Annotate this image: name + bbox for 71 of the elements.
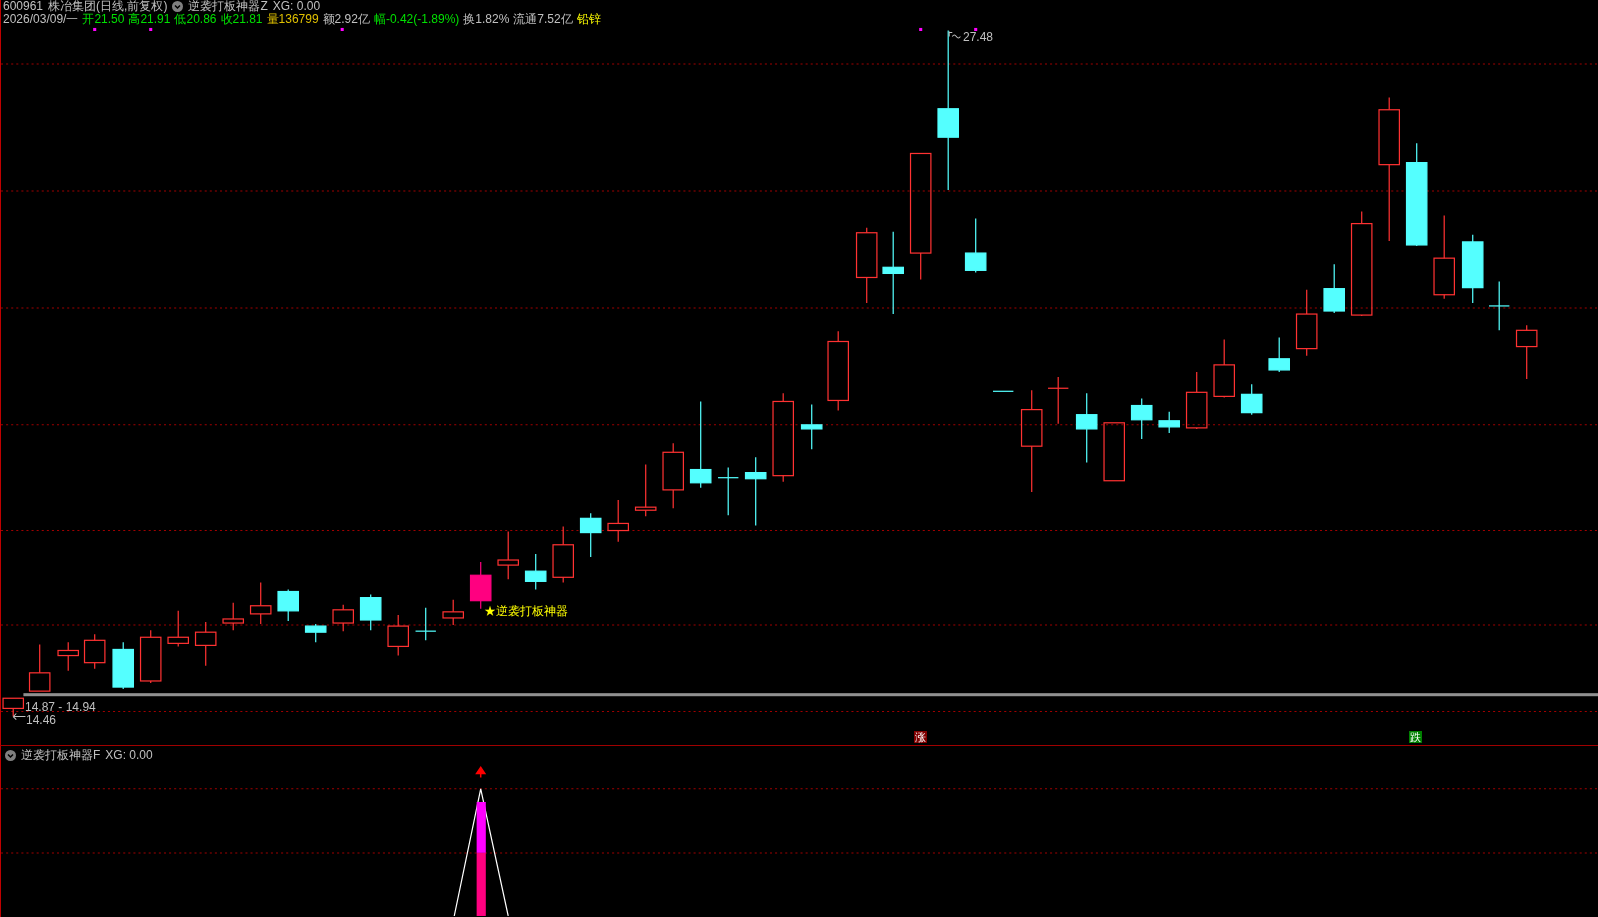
quote-value: 换1.82% xyxy=(463,12,510,26)
candlestick xyxy=(167,610,189,647)
arrow-left-icon xyxy=(12,713,26,721)
candlestick xyxy=(194,621,217,667)
candlestick xyxy=(304,623,327,643)
candlestick xyxy=(607,499,629,543)
candlestick xyxy=(1515,324,1538,380)
leader-line xyxy=(948,31,961,39)
candlestick xyxy=(222,602,244,631)
candlestick xyxy=(744,456,767,527)
candlestick xyxy=(359,593,382,631)
xg-value: XG: 0.00 xyxy=(272,0,321,13)
candlestick xyxy=(964,217,987,273)
indicator-name: 逆袭打板神器Z xyxy=(188,0,268,13)
candlestick xyxy=(1268,336,1290,373)
candlestick xyxy=(112,641,134,690)
candlestick xyxy=(1295,289,1318,357)
stock-name: 株冶集团(日线,前复权) xyxy=(48,0,168,13)
trend-marker: 涨 xyxy=(914,731,927,743)
quote-value: 高21.91 xyxy=(128,12,171,26)
candlestick xyxy=(28,643,51,692)
indicator-name: 逆袭打板神器F xyxy=(21,749,101,762)
quote-value: 开21.50 xyxy=(82,12,125,26)
xg-value: XG: 0.00 xyxy=(105,749,153,762)
candlestick xyxy=(579,512,602,558)
candlestick xyxy=(552,525,574,583)
candlestick xyxy=(1075,392,1098,464)
candlestick xyxy=(634,463,657,517)
candlestick xyxy=(1185,371,1208,430)
candlestick xyxy=(2,697,24,718)
candlestick xyxy=(249,581,272,625)
candlestick xyxy=(57,641,79,672)
trend-marker: 跌 xyxy=(1409,731,1422,743)
quote-value: 2026/03/09/一 xyxy=(3,12,79,26)
candlestick xyxy=(442,599,464,626)
candlestick xyxy=(83,633,106,670)
candlestick xyxy=(800,403,823,450)
candlestick xyxy=(414,607,437,641)
stock-code: 600961 xyxy=(3,0,44,13)
quote-value: 低20.86 xyxy=(174,12,217,26)
candlestick xyxy=(992,390,1014,392)
arrow-up-icon xyxy=(475,766,486,779)
signal-label: ★逆袭打板神器 xyxy=(484,605,568,618)
candlestick xyxy=(139,629,162,684)
quote-value: 额2.92亿 xyxy=(322,12,370,26)
candlestick xyxy=(387,614,409,657)
quote-value: 幅-0.42(-1.89%) xyxy=(373,12,460,26)
candlestick xyxy=(497,530,519,580)
quote-value: 流通7.52亿 xyxy=(513,12,573,26)
candlestick xyxy=(1488,280,1510,331)
candlestick xyxy=(524,553,547,591)
candlestick xyxy=(1103,422,1125,482)
collapse-icon[interactable] xyxy=(172,0,184,12)
collapse-icon[interactable] xyxy=(5,750,16,761)
low-price-label: 14.46 xyxy=(26,714,57,727)
quote-value: 量136799 xyxy=(266,12,319,26)
high-price-label: 27.48 xyxy=(963,31,994,44)
quote-value: 铅锌 xyxy=(576,12,601,26)
candlestick xyxy=(1240,383,1263,416)
candlestick xyxy=(662,442,684,509)
candlestick xyxy=(1323,263,1345,314)
candlestick xyxy=(1158,411,1180,434)
range-label: 14.87 - 14.94 xyxy=(25,701,96,714)
candlestick xyxy=(1130,397,1153,440)
candlestick xyxy=(717,466,739,516)
candlestick xyxy=(277,588,299,622)
candlestick xyxy=(1047,376,1069,425)
candlestick xyxy=(1213,338,1235,398)
candlestick xyxy=(332,604,354,632)
candlestick xyxy=(1461,234,1484,304)
quote-value: 收21.81 xyxy=(220,12,263,26)
